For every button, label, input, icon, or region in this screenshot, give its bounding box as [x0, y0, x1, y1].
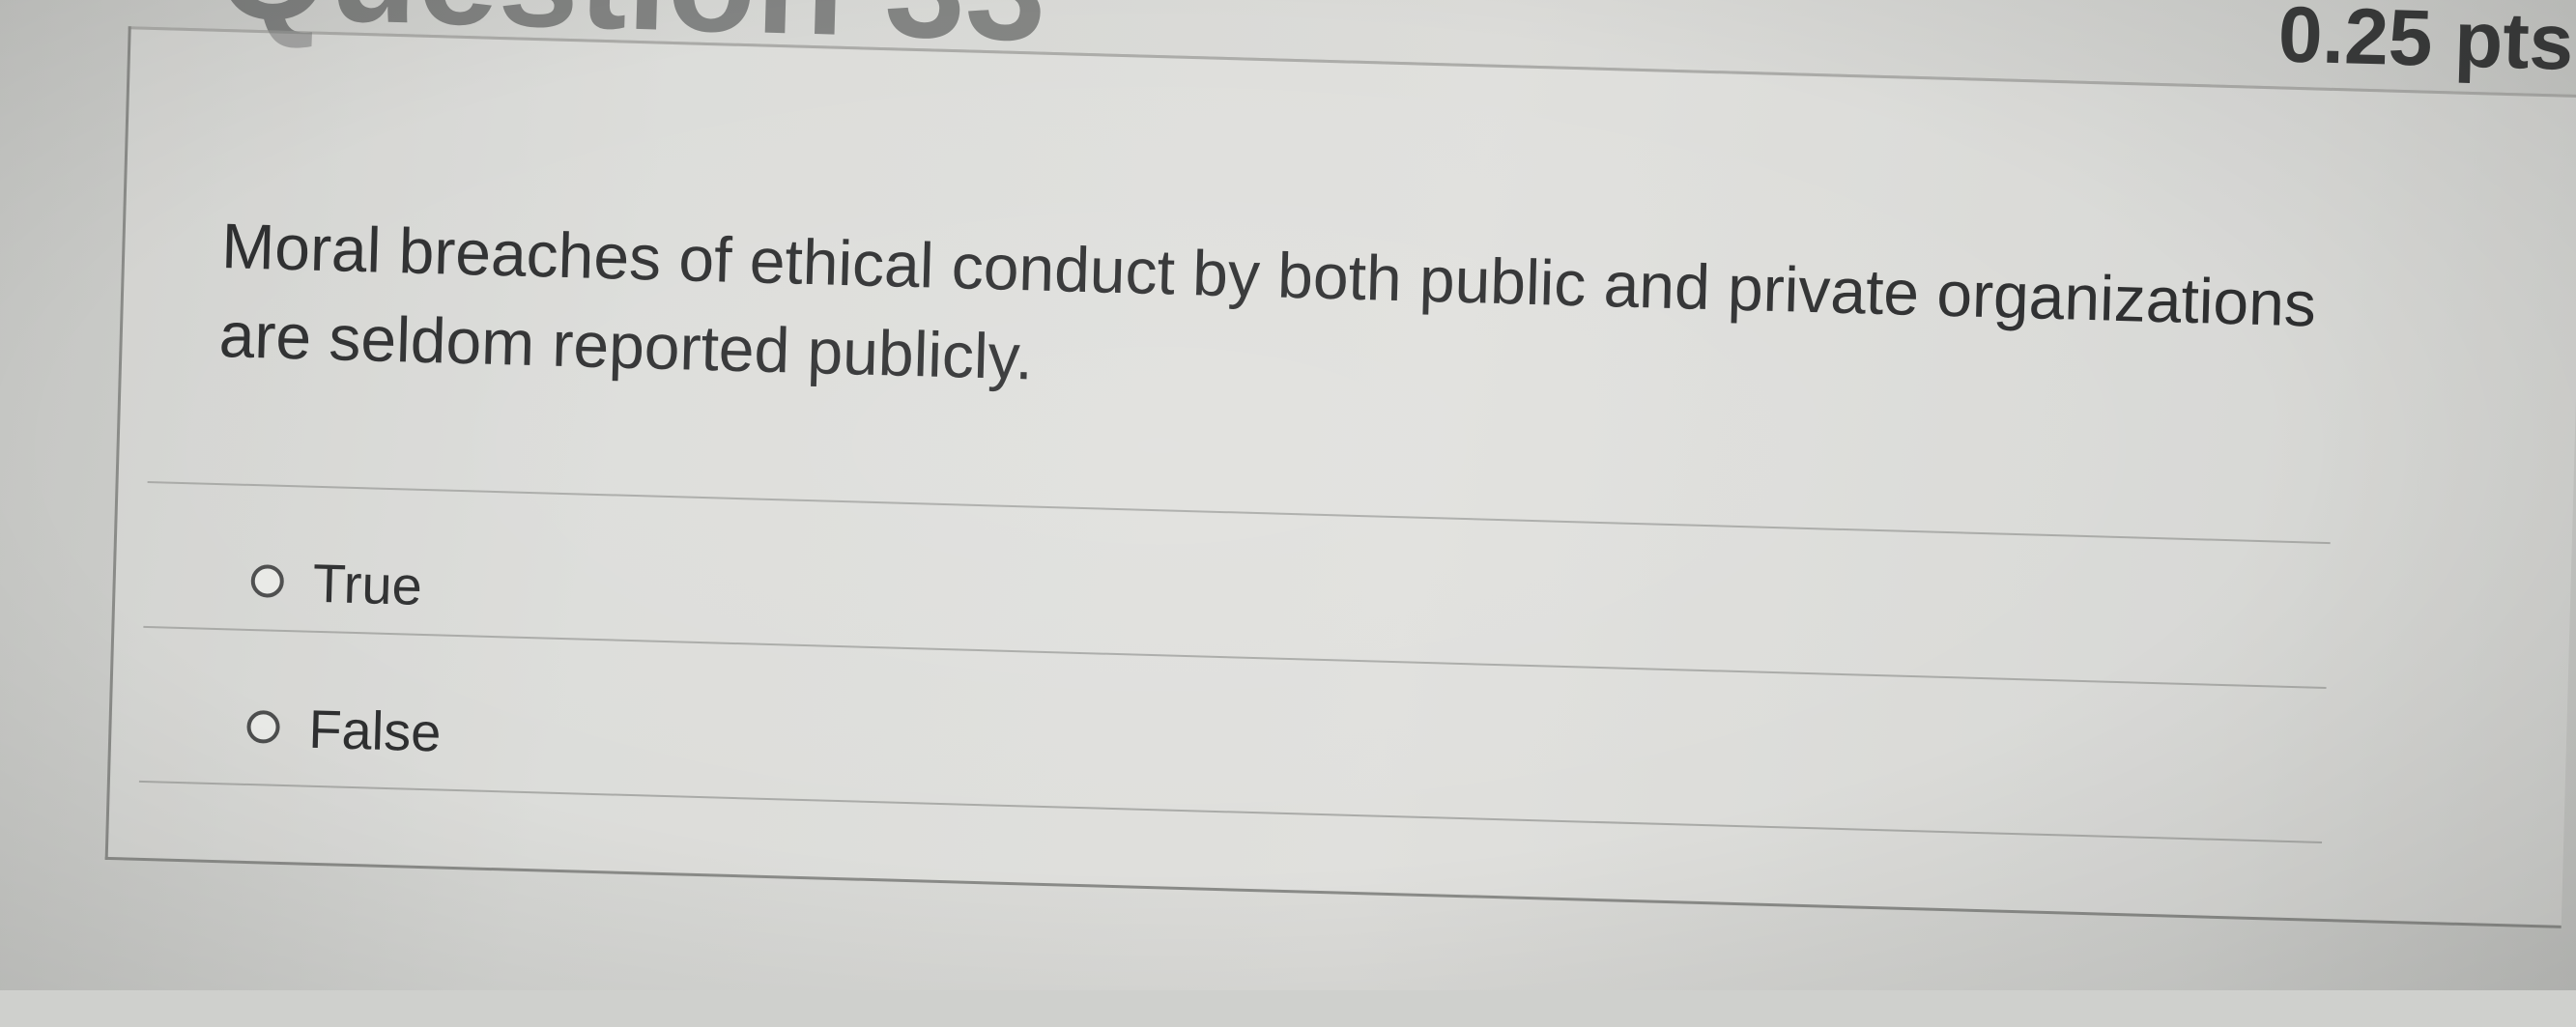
quiz-question-scene: Question 33 0.25 pts Moral breaches of e…: [0, 0, 2576, 1027]
answer-divider: [147, 480, 2331, 545]
answer-label-false: False: [307, 698, 443, 763]
question-card: Moral breaches of ethical conduct by bot…: [104, 26, 2576, 928]
question-text: Moral breaches of ethical conduct by bot…: [217, 210, 2317, 393]
radio-button-true[interactable]: [250, 564, 285, 598]
points-label: 0.25 pts: [2276, 0, 2575, 87]
answer-option-false[interactable]: False: [246, 693, 443, 766]
answer-divider: [138, 780, 2323, 843]
answer-label-true: True: [311, 552, 423, 616]
answer-option-true[interactable]: True: [250, 547, 423, 619]
radio-button-false[interactable]: [246, 709, 281, 744]
answer-divider: [143, 625, 2327, 690]
